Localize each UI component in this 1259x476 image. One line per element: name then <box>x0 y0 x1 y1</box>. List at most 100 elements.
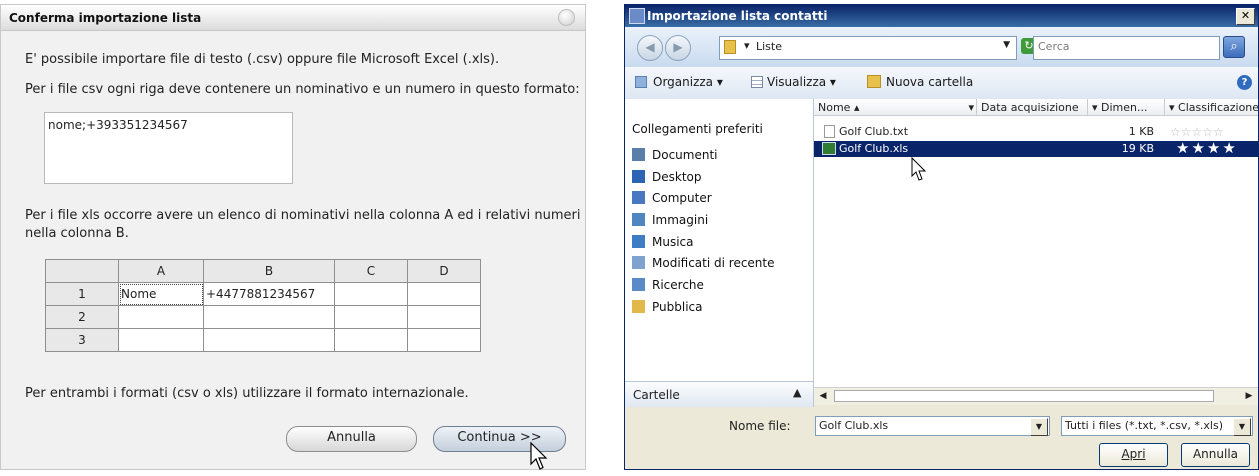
grid-cell <box>334 305 408 329</box>
navigation-pane: Collegamenti preferiti Documenti Desktop… <box>625 99 814 381</box>
app-icon <box>629 8 645 24</box>
folders-label: Cartelle <box>633 388 680 402</box>
file-rating[interactable]: ★★★★ <box>1176 140 1238 156</box>
grid-cell <box>118 328 204 352</box>
new-folder-button[interactable]: Nuova cartella <box>886 75 973 89</box>
music-icon <box>632 235 645 248</box>
folders-toggle[interactable]: Cartelle ▲ <box>625 381 814 408</box>
csv-example-box: nome;+393351234567 <box>44 112 293 184</box>
corner-cell <box>45 259 119 283</box>
views-icon <box>751 76 763 88</box>
folder-icon <box>724 40 736 54</box>
filename-dropdown-icon[interactable]: ▼ <box>1030 418 1048 436</box>
filename-input[interactable]: Golf Club.xls ▼ <box>815 416 1050 436</box>
organize-button[interactable]: Organizza ▾ <box>653 75 723 89</box>
favorites-header: Collegamenti preferiti <box>632 122 763 136</box>
row-header: 1 <box>45 282 119 306</box>
file-rating[interactable]: ☆☆☆☆☆ <box>1170 124 1224 140</box>
nav-item-music[interactable]: Musica <box>632 234 694 250</box>
file-row-selected[interactable]: Golf Club.xls 19 KB ★★★★ <box>814 140 1258 157</box>
search-input[interactable]: Cerca <box>1033 36 1220 60</box>
dialog-titlebar: Importazione lista contatti ✕ <box>625 5 1258 27</box>
nav-item-searches[interactable]: Ricerche <box>632 277 704 293</box>
scroll-left-icon[interactable]: ◀ <box>816 389 830 403</box>
scroll-thumb[interactable] <box>834 390 1214 402</box>
dialog-title: Importazione lista contatti <box>647 9 828 23</box>
nav-item-public[interactable]: Pubblica <box>632 299 702 315</box>
open-button[interactable]: Apri <box>1099 443 1168 467</box>
column-header-date[interactable]: Data acquisizione <box>977 99 1088 116</box>
filename-label: Nome file: <box>729 419 791 433</box>
file-name: Golf Club.xls <box>839 142 909 155</box>
search-icon[interactable]: ⌕ <box>1223 36 1245 58</box>
file-list: Nome ▴ ▾ Data acquisizione ▾ Dimen... ▾ C… <box>814 99 1258 387</box>
bottom-panel: Nome file: Golf Club.xls ▼ Tutti i files… <box>625 407 1258 469</box>
column-header-name[interactable]: Nome ▴ ▾ <box>814 99 977 116</box>
grid-cell <box>203 305 335 329</box>
back-arrow-icon[interactable]: ◀ <box>637 35 663 61</box>
close-circle-icon[interactable] <box>558 9 575 26</box>
xls-format-text-2: nella colonna B. <box>25 226 129 241</box>
searches-icon <box>632 278 645 291</box>
file-size: 19 KB <box>1121 142 1154 155</box>
address-dropdown-icon[interactable]: ▼ <box>1003 40 1010 50</box>
contact-list-import-dialog: Importazione lista contatti ✕ ◀ ▶ ▾ List… <box>624 4 1259 470</box>
column-header: C <box>334 259 408 283</box>
grid-cell <box>407 328 481 352</box>
address-bar-row: ◀ ▶ ▾ Liste ▼ ↻ Cerca ⌕ <box>625 27 1258 67</box>
column-dropdown-icon: ▾ <box>968 101 974 114</box>
dialog-title: Conferma importazione lista <box>9 11 202 25</box>
file-size: 1 KB <box>1128 125 1154 138</box>
nav-item-documents[interactable]: Documenti <box>632 147 718 163</box>
scroll-right-icon[interactable]: ▶ <box>1242 389 1256 403</box>
forward-arrow-icon[interactable]: ▶ <box>665 35 691 61</box>
mouse-cursor-icon <box>911 157 927 181</box>
file-name: Golf Club.txt <box>839 125 909 138</box>
horizontal-scrollbar[interactable]: ◀ ▶ <box>814 387 1258 405</box>
view-button[interactable]: Visualizza ▾ <box>767 75 836 89</box>
row-header: 2 <box>45 305 119 329</box>
search-placeholder: Cerca <box>1038 40 1070 53</box>
excel-file-icon <box>822 142 836 155</box>
close-icon[interactable]: ✕ <box>1236 8 1255 25</box>
desktop-icon <box>632 170 645 183</box>
column-header: B <box>203 259 335 283</box>
nav-item-desktop[interactable]: Desktop <box>632 169 702 185</box>
intro-text: E' possibile importare file di testo (.c… <box>25 52 500 67</box>
file-row[interactable]: Golf Club.txt 1 KB ☆☆☆☆☆ <box>814 124 1258 140</box>
csv-example-text: nome;+393351234567 <box>48 118 188 132</box>
grid-cell <box>203 328 335 352</box>
help-icon[interactable]: ? <box>1237 75 1252 90</box>
address-bar[interactable]: ▾ Liste ▼ <box>719 36 1017 60</box>
computer-icon <box>632 191 645 204</box>
cancel-button[interactable]: Annulla <box>1181 443 1250 467</box>
international-format-text: Per entrambi i formati (csv o xls) utili… <box>25 386 469 401</box>
pictures-icon <box>632 213 645 226</box>
grid-cell <box>334 328 408 352</box>
column-header-rating[interactable]: ▾ Classificazione <box>1165 99 1258 116</box>
new-folder-icon <box>867 75 881 88</box>
nav-item-recent[interactable]: Modificati di recente <box>632 255 775 271</box>
chevron-up-icon[interactable]: ▲ <box>793 386 801 399</box>
organize-icon <box>635 76 647 88</box>
public-folder-icon <box>632 300 645 313</box>
file-type-dropdown-icon[interactable]: ▼ <box>1233 418 1251 436</box>
recent-icon <box>632 256 645 269</box>
mouse-cursor-icon <box>530 442 548 470</box>
xls-format-text: Per i file xls occorre avere un elenco d… <box>25 208 581 223</box>
grid-cell <box>118 305 204 329</box>
dialog-titlebar: Conferma importazione lista <box>1 5 585 31</box>
column-header: A <box>118 259 204 283</box>
confirm-import-dialog: Conferma importazione lista E' possibile… <box>0 4 586 470</box>
breadcrumb-liste[interactable]: Liste <box>756 40 782 53</box>
breadcrumb-arrow-icon[interactable]: ▾ <box>744 39 750 52</box>
file-type-select[interactable]: Tutti i files (*.txt, *.csv, *.xls) ▼ <box>1061 416 1253 436</box>
csv-format-text: Per i file csv ogni riga deve contenere … <box>25 82 580 97</box>
nav-item-pictures[interactable]: Immagini <box>632 212 708 228</box>
grid-cell: Nome <box>118 282 204 306</box>
column-header-size[interactable]: ▾ Dimen... <box>1088 99 1165 116</box>
row-header: 3 <box>45 328 119 352</box>
nav-item-computer[interactable]: Computer <box>632 190 712 206</box>
cancel-button[interactable]: Annulla <box>286 426 417 452</box>
spreadsheet-example: A B C D 1 Nome +4477881234567 2 3 <box>45 259 481 352</box>
